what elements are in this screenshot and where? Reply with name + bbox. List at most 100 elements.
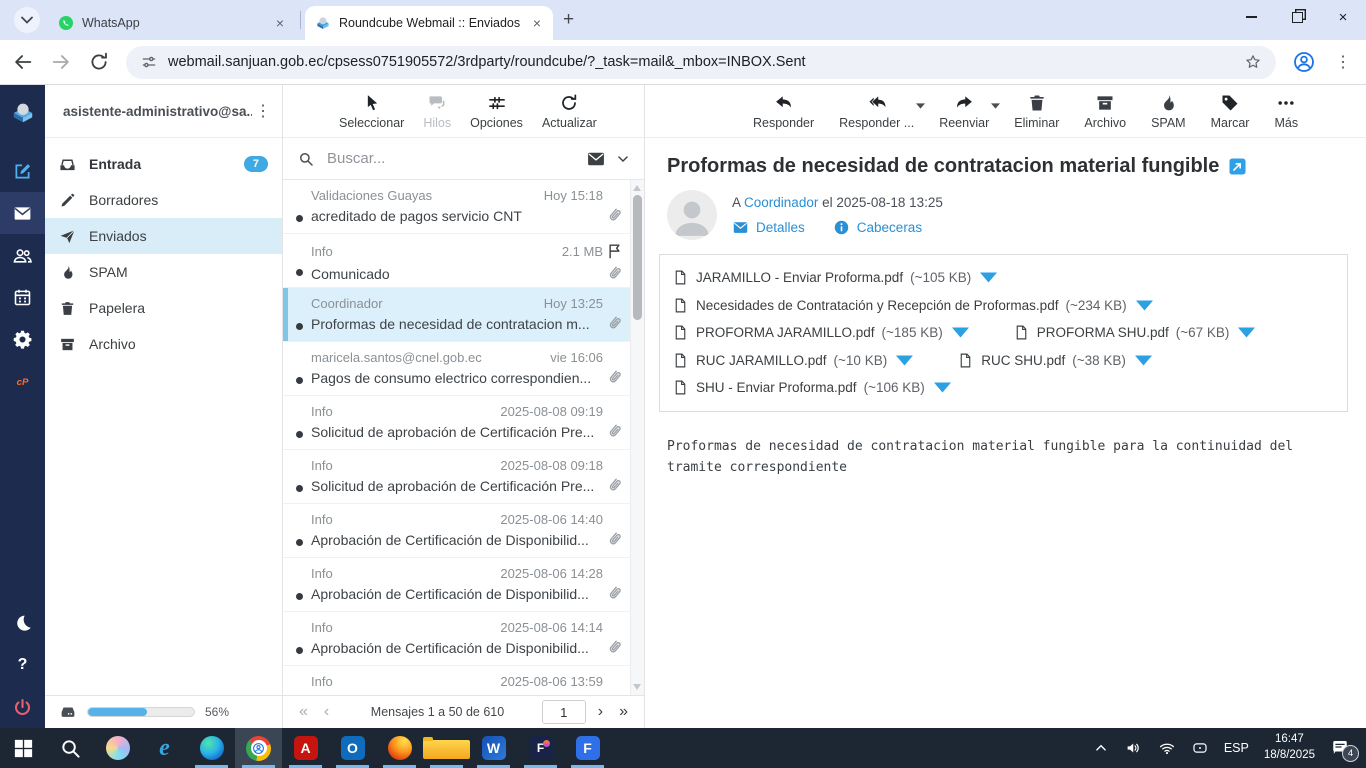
- last-page-button[interactable]: »: [615, 704, 632, 720]
- compose-button[interactable]: [0, 150, 45, 192]
- rail-calendar-button[interactable]: [0, 276, 45, 318]
- taskbar-word-button[interactable]: W: [470, 728, 517, 768]
- search-options-chevron-icon[interactable]: [616, 152, 630, 166]
- message-row[interactable]: Info 2025-08-08 09:18 Solicitud de aprob…: [283, 450, 631, 504]
- browser-menu-icon[interactable]: ⋮: [1332, 52, 1354, 72]
- scroll-down-icon[interactable]: [633, 684, 641, 690]
- threads-button[interactable]: Hilos: [423, 93, 451, 130]
- scroll-up-icon[interactable]: [633, 185, 641, 191]
- attachment-name[interactable]: RUC SHU.pdf: [981, 353, 1065, 368]
- bookmark-star-icon[interactable]: [1244, 53, 1262, 71]
- folder-item-spam[interactable]: SPAM: [45, 254, 282, 290]
- details-link[interactable]: Detalles: [732, 219, 805, 236]
- attachment-name[interactable]: JARAMILLO - Enviar Proforma.pdf: [696, 270, 903, 285]
- page-number-input[interactable]: 1: [541, 700, 586, 724]
- profile-icon[interactable]: [1292, 50, 1316, 74]
- attachment-menu-icon[interactable]: [896, 352, 914, 369]
- message-row[interactable]: Coordinador Hoy 13:25 Proformas de neces…: [283, 288, 631, 342]
- attachment-name[interactable]: PROFORMA JARAMILLO.pdf: [696, 325, 875, 340]
- taskbar-chrome-button[interactable]: [235, 728, 282, 768]
- connect-icon[interactable]: [1191, 739, 1209, 757]
- attachment-menu-icon[interactable]: [1134, 352, 1152, 369]
- restore-button[interactable]: [1274, 0, 1320, 34]
- attachment-name[interactable]: SHU - Enviar Proforma.pdf: [696, 380, 857, 395]
- wifi-icon[interactable]: [1158, 739, 1176, 757]
- taskbar-file-explorer-button[interactable]: [423, 728, 470, 768]
- folder-item-archivo[interactable]: Archivo: [45, 326, 282, 362]
- address-bar[interactable]: webmail.sanjuan.gob.ec/cpsess0751905572/…: [126, 45, 1276, 79]
- taskbar-outlook-button[interactable]: O: [329, 728, 376, 768]
- search-input[interactable]: [325, 149, 576, 168]
- mark-button[interactable]: Marcar: [1211, 93, 1249, 130]
- new-tab-button[interactable]: +: [563, 9, 574, 31]
- rail-mail-button[interactable]: [0, 192, 45, 234]
- taskbar-acrobat-button[interactable]: A: [282, 728, 329, 768]
- open-in-new-window-icon[interactable]: [1229, 158, 1246, 175]
- headers-link[interactable]: Cabeceras: [833, 219, 922, 236]
- back-button[interactable]: [12, 51, 34, 73]
- select-button[interactable]: Seleccionar: [339, 93, 404, 130]
- attachment-menu-icon[interactable]: [1135, 297, 1153, 314]
- attachment-name[interactable]: RUC JARAMILLO.pdf: [696, 353, 827, 368]
- tab-close-button[interactable]: ×: [531, 15, 543, 31]
- recipient-link[interactable]: Coordinador: [744, 195, 818, 210]
- prev-page-button[interactable]: ‹: [320, 704, 333, 720]
- first-page-button[interactable]: «: [295, 704, 312, 720]
- taskbar-edge-button[interactable]: [188, 728, 235, 768]
- keyboard-language[interactable]: ESP: [1224, 741, 1249, 755]
- junk-button[interactable]: SPAM: [1151, 93, 1186, 130]
- message-row[interactable]: Validaciones Guayas Hoy 15:18 acreditado…: [283, 180, 631, 234]
- rail-settings-button[interactable]: [0, 318, 45, 360]
- taskbar-copilot-button[interactable]: [94, 728, 141, 768]
- tab-roundcube[interactable]: Roundcube Webmail :: Enviados ×: [305, 6, 553, 40]
- folder-menu-icon[interactable]: ⋮: [252, 101, 274, 121]
- reply-button[interactable]: Responder: [753, 93, 814, 130]
- tab-whatsapp[interactable]: WhatsApp ×: [48, 6, 296, 40]
- volume-icon[interactable]: [1125, 739, 1143, 757]
- scrollbar-thumb[interactable]: [633, 195, 642, 320]
- tab-search-button[interactable]: [14, 7, 40, 33]
- message-row[interactable]: Info 2025-08-06 14:40 Aprobación de Cert…: [283, 504, 631, 558]
- taskbar-search-button[interactable]: [47, 728, 94, 768]
- attachment-menu-icon[interactable]: [933, 379, 951, 396]
- notification-center-button[interactable]: 4: [1330, 738, 1359, 762]
- caret-down-icon[interactable]: [916, 102, 926, 109]
- reload-button[interactable]: [88, 51, 110, 73]
- logout-button[interactable]: [0, 686, 45, 728]
- list-scrollbar[interactable]: [630, 180, 644, 695]
- message-row[interactable]: Info 2025-08-08 09:19 Solicitud de aprob…: [283, 396, 631, 450]
- folder-item-entrada[interactable]: Entrada 7: [45, 146, 282, 182]
- message-row[interactable]: maricela.santos@cnel.gob.ec vie 16:06 Pa…: [283, 342, 631, 396]
- dark-mode-button[interactable]: [0, 602, 45, 644]
- tab-close-button[interactable]: ×: [274, 15, 286, 31]
- taskbar-internet-explorer-button[interactable]: e: [141, 728, 188, 768]
- next-page-button[interactable]: ›: [594, 704, 607, 720]
- rail-cpanel-button[interactable]: cP: [0, 360, 45, 402]
- tray-chevron-up-icon[interactable]: [1092, 739, 1110, 757]
- attachment-menu-icon[interactable]: [980, 269, 998, 286]
- more-button[interactable]: Más: [1274, 93, 1298, 130]
- message-row[interactable]: Info 2025-08-06 14:14 Aprobación de Cert…: [283, 612, 631, 666]
- refresh-button[interactable]: Actualizar: [542, 93, 597, 130]
- reply-all-button[interactable]: Responder ...: [839, 93, 926, 130]
- attachment-name[interactable]: PROFORMA SHU.pdf: [1037, 325, 1169, 340]
- attachment-menu-icon[interactable]: [1238, 324, 1256, 341]
- taskbar-firefox-button[interactable]: [376, 728, 423, 768]
- search-scope-icon[interactable]: [586, 149, 606, 169]
- caret-down-icon[interactable]: [991, 102, 1001, 109]
- taskbar-blue-f-app-button[interactable]: F: [564, 728, 611, 768]
- folder-item-borradores[interactable]: Borradores: [45, 182, 282, 218]
- forward-button[interactable]: [50, 51, 72, 73]
- help-button[interactable]: ?: [0, 644, 45, 686]
- attachment-menu-icon[interactable]: [951, 324, 969, 341]
- message-row[interactable]: Info 2.1 MB Comunicado: [283, 234, 631, 288]
- delete-button[interactable]: Eliminar: [1014, 93, 1059, 130]
- rail-contacts-button[interactable]: [0, 234, 45, 276]
- message-row[interactable]: Info 2025-08-06 13:59: [283, 666, 631, 695]
- options-button[interactable]: Opciones: [470, 93, 523, 130]
- taskbar-start-button[interactable]: [0, 728, 47, 768]
- message-row[interactable]: Info 2025-08-06 14:28 Aprobación de Cert…: [283, 558, 631, 612]
- forward-button[interactable]: Reenviar: [939, 93, 1001, 130]
- attachment-name[interactable]: Necesidades de Contratación y Recepción …: [696, 298, 1058, 313]
- minimize-button[interactable]: [1228, 0, 1274, 34]
